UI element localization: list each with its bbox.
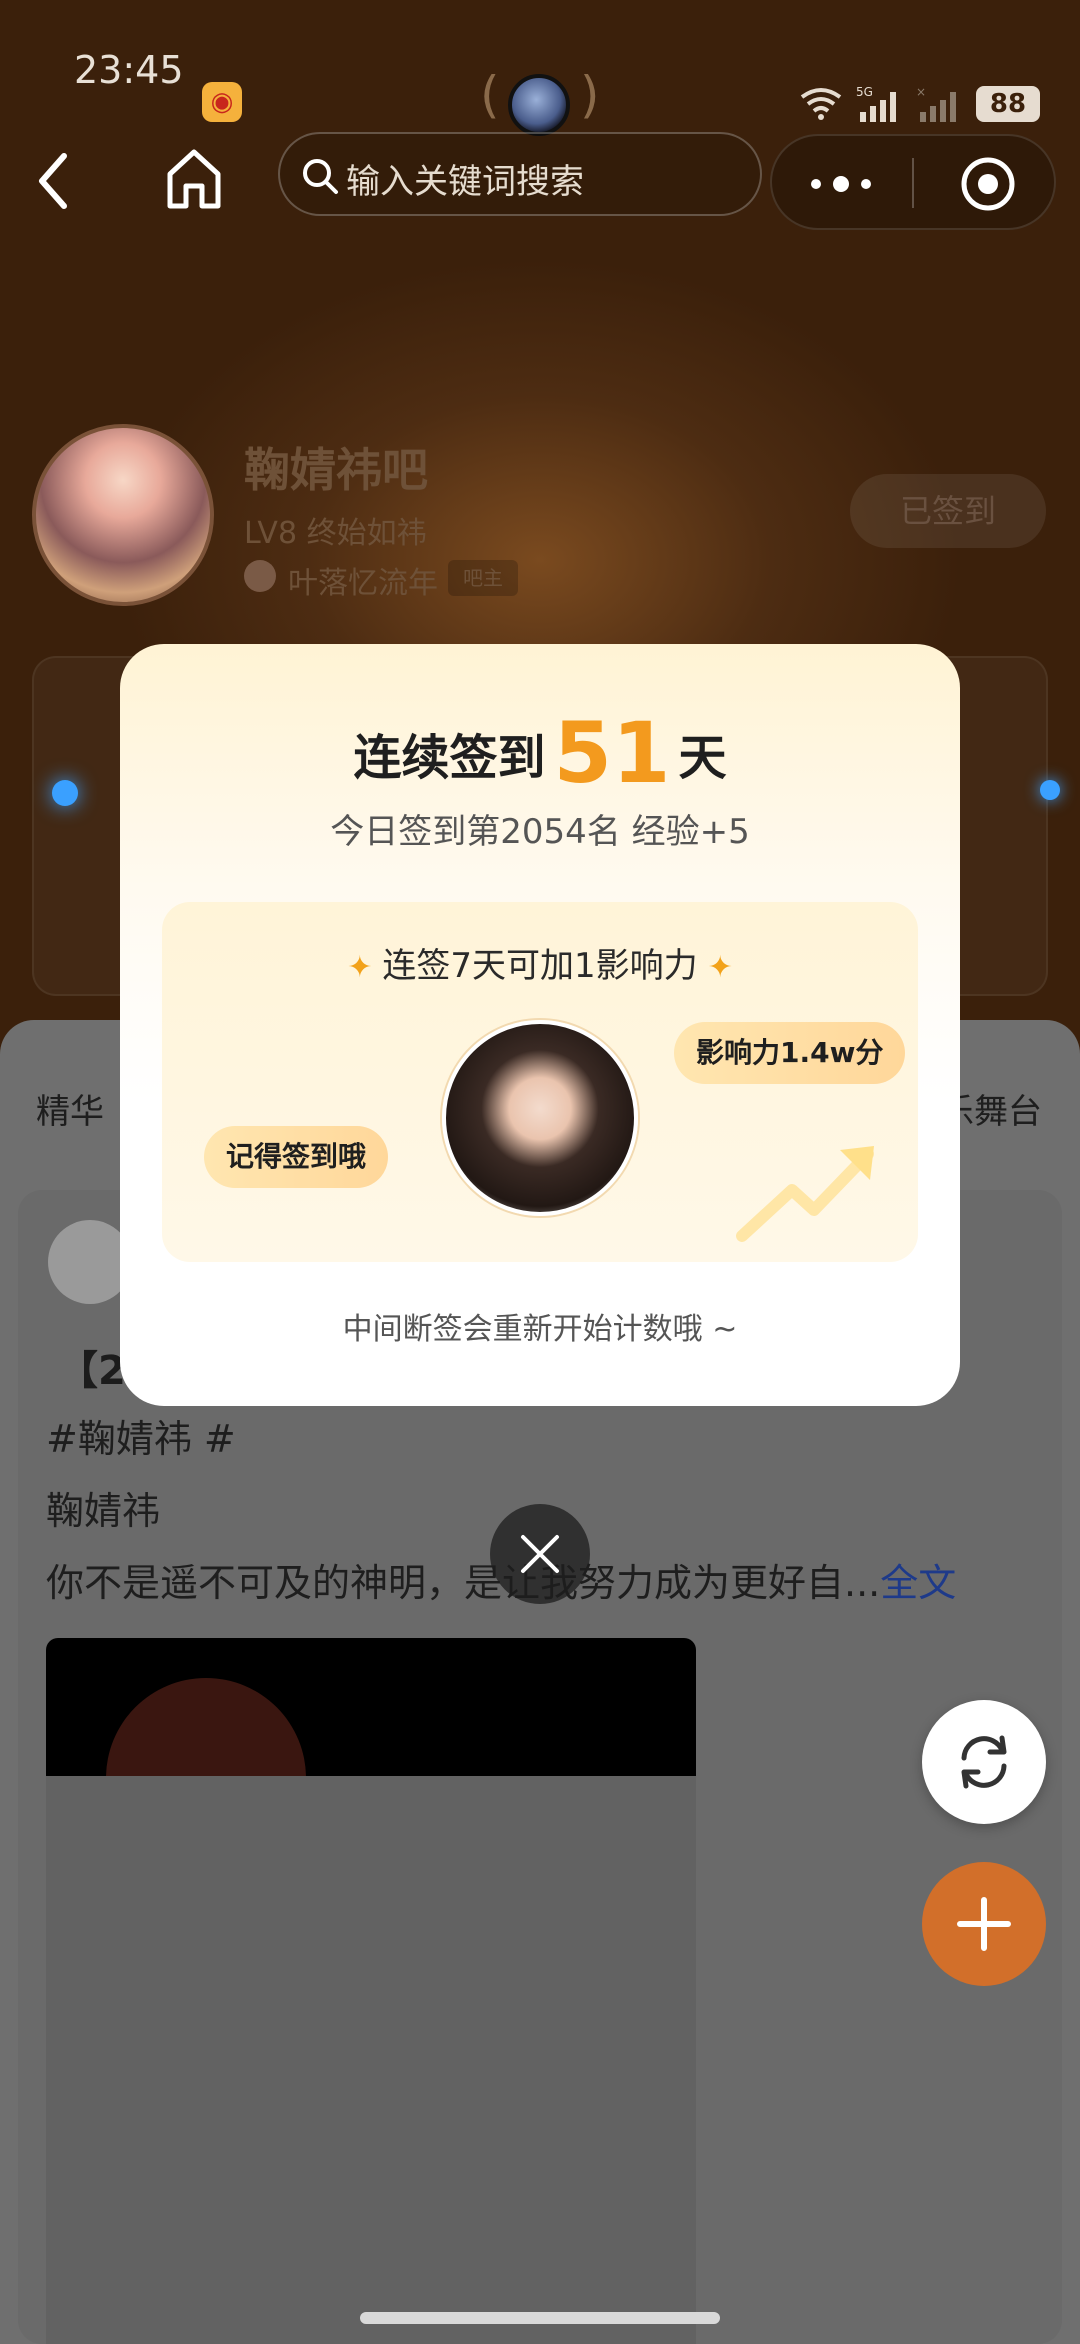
modal-title: 连续签到51 天 <box>120 704 960 802</box>
refresh-button[interactable] <box>922 1700 1046 1824</box>
title-suffix: 天 <box>678 730 727 786</box>
home-indicator[interactable] <box>360 2312 720 2324</box>
checkin-modal: 连续签到51 天 今日签到第2054名 经验+5 ✦ 连签7天可加1影响力 ✦ 记得签… <box>120 644 960 1406</box>
refresh-icon <box>961 1735 1007 1789</box>
modal-footer: 中间断签会重新开始计数哦 ~ <box>342 1312 738 1347</box>
title-prefix: 连续签到 <box>353 730 546 786</box>
promo-title-row: ✦ 连签7天可加1影响力 ✦ <box>162 938 918 987</box>
promo-title: 连签7天可加1影响力 <box>382 946 698 986</box>
reminder-bubble: 记得签到哦 <box>204 1126 389 1188</box>
streak-days: 51 <box>553 704 671 802</box>
create-post-button[interactable] <box>922 1862 1046 1986</box>
modal-subtitle: 今日签到第2054名 经验+5 <box>330 812 750 852</box>
celebrity-avatar <box>442 1020 638 1216</box>
sparkle-right-icon: ✦ <box>707 950 733 985</box>
promo-card: ✦ 连签7天可加1影响力 ✦ 记得签到哦 影响力1.4w分 <box>162 902 918 1262</box>
trend-arrow-icon <box>736 1146 874 1242</box>
plus-icon <box>957 1897 1011 1951</box>
sparkle-left-icon: ✦ <box>347 950 373 985</box>
close-icon <box>521 1535 559 1573</box>
close-modal-button[interactable] <box>490 1504 590 1604</box>
influence-bubble: 影响力1.4w分 <box>674 1022 906 1084</box>
